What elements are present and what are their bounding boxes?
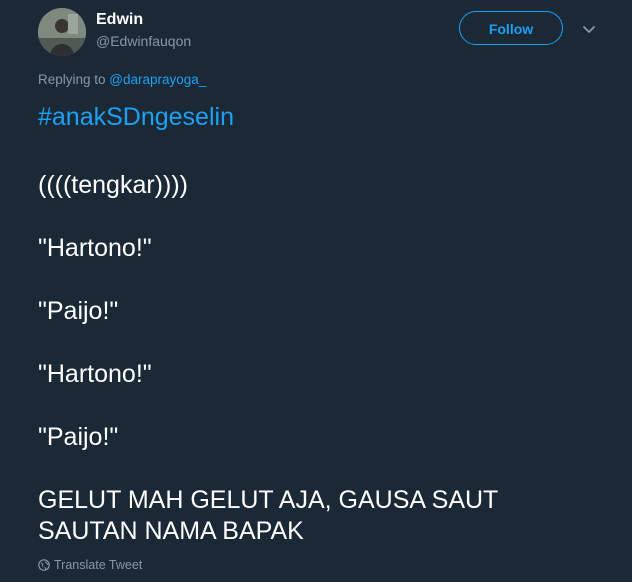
tweet-hashtag-line: #anakSDngeselin <box>38 102 234 133</box>
tweet-text-line: "Hartono!" <box>38 234 152 262</box>
avatar[interactable] <box>38 8 86 56</box>
tweet-text-line: "Paijo!" <box>38 423 119 451</box>
author-username[interactable]: @Edwinfauqon <box>96 32 191 50</box>
replying-to-line: Replying to @daraprayoga_ <box>38 71 206 89</box>
tweet-text-line: ((((tengkar)))) <box>38 171 188 199</box>
hashtag-link[interactable]: #anakSDngeselin <box>38 103 234 131</box>
avatar-image <box>38 8 86 56</box>
follow-button[interactable]: Follow <box>459 11 563 45</box>
author-display-name[interactable]: Edwin <box>96 10 143 30</box>
reply-mention-link[interactable]: @daraprayoga_ <box>109 72 206 87</box>
tweet-text-line: SAUTAN NAMA BAPAK <box>38 517 304 545</box>
tweet-card: Edwin @Edwinfauqon Follow Replying to @d… <box>0 0 632 582</box>
tweet-text-line: "Hartono!" <box>38 360 152 388</box>
tweet-text-line: GELUT MAH GELUT AJA, GAUSA SAUT <box>38 486 499 514</box>
translate-tweet-label: Translate Tweet <box>54 558 143 572</box>
translate-tweet-link[interactable]: Translate Tweet <box>38 557 142 575</box>
replying-to-label: Replying to <box>38 72 110 87</box>
chevron-down-icon[interactable] <box>578 18 600 40</box>
globe-icon <box>38 559 50 575</box>
tweet-text-line: "Paijo!" <box>38 297 119 325</box>
